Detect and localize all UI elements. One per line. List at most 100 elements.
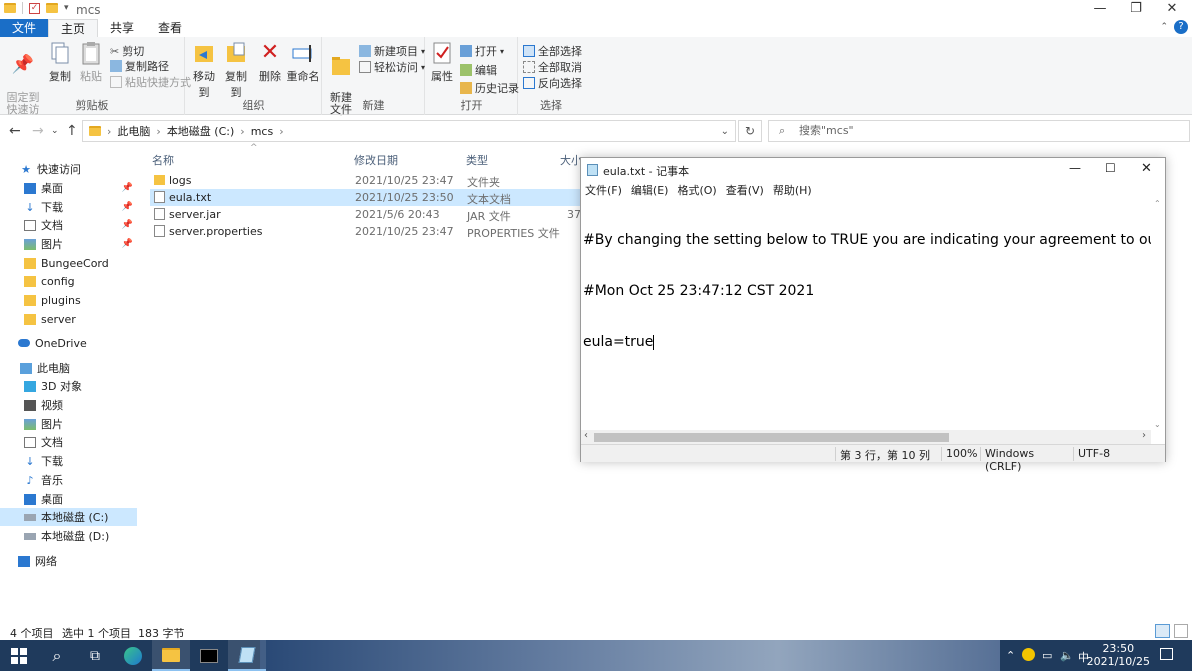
- new-item-button[interactable]: 新建项目 ▾: [359, 43, 425, 59]
- notepad-minimize-button[interactable]: —: [1069, 161, 1081, 175]
- easy-access-button[interactable]: 轻松访问 ▾: [359, 59, 425, 75]
- nav-item[interactable]: 视频: [0, 396, 137, 414]
- nav-item[interactable]: config: [0, 272, 137, 290]
- move-to-button[interactable]: 移动到: [188, 41, 220, 100]
- help-icon[interactable]: ?: [1174, 20, 1188, 34]
- nav-item[interactable]: ↓ 下载 📌: [0, 198, 137, 216]
- chevron-up-icon[interactable]: ⌃: [1160, 22, 1168, 32]
- scroll-right-icon[interactable]: ›: [1142, 430, 1146, 441]
- vertical-scrollbar[interactable]: ⌃ ⌄: [1151, 198, 1165, 430]
- nav-item[interactable]: ↓ 下载: [0, 452, 137, 470]
- notepad-text-area[interactable]: #By changing the setting below to TRUE y…: [582, 198, 1152, 430]
- copy-to-button[interactable]: 复制到: [220, 41, 252, 100]
- breadcrumb-mcs[interactable]: mcs: [251, 125, 274, 138]
- tab-file[interactable]: 文件: [0, 19, 49, 37]
- nav-item[interactable]: BungeeCord: [0, 254, 137, 272]
- nav-item[interactable]: 桌面: [0, 490, 137, 508]
- menu-help[interactable]: 帮助(H): [773, 182, 812, 198]
- nav-item[interactable]: 图片 📌: [0, 235, 137, 253]
- file-row[interactable]: eula.txt 2021/10/25 23:50 文本文档: [150, 189, 580, 206]
- tab-view[interactable]: 查看: [146, 19, 194, 37]
- select-none-button[interactable]: 全部取消: [523, 59, 582, 75]
- history-button[interactable]: 历史记录: [460, 80, 519, 96]
- network-tray-icon[interactable]: ▭: [1042, 649, 1052, 662]
- nav-item[interactable]: ♪ 音乐: [0, 471, 137, 489]
- large-icons-view-icon[interactable]: [1174, 624, 1188, 638]
- nav-item[interactable]: 本地磁盘 (D:): [0, 527, 137, 545]
- column-header-type[interactable]: 类型: [466, 152, 488, 168]
- nav-item[interactable]: OneDrive: [0, 334, 137, 352]
- paste-button[interactable]: 粘贴: [78, 41, 104, 84]
- volume-tray-icon[interactable]: 🔈: [1060, 649, 1074, 662]
- details-view-icon[interactable]: [1155, 624, 1170, 638]
- tab-home[interactable]: 主页: [48, 19, 99, 37]
- notepad-maximize-button[interactable]: ☐: [1105, 161, 1116, 175]
- breadcrumb-this-pc[interactable]: 此电脑: [117, 123, 150, 139]
- notepad-close-button[interactable]: ✕: [1141, 161, 1152, 176]
- column-header-name[interactable]: 名称: [152, 152, 174, 168]
- nav-item[interactable]: 3D 对象: [0, 377, 137, 395]
- nav-item[interactable]: 桌面 📌: [0, 179, 137, 197]
- pin-quick-access-button[interactable]: 📌 固定到 快速访问: [4, 41, 42, 128]
- nav-item[interactable]: 此电脑: [0, 359, 137, 377]
- edge-browser-icon[interactable]: [114, 640, 152, 671]
- customize-qat-icon[interactable]: ▾: [64, 3, 69, 13]
- refresh-icon[interactable]: ↻: [738, 120, 762, 142]
- nav-item[interactable]: ★ 快速访问: [0, 160, 137, 178]
- search-icon[interactable]: ⌕: [38, 640, 76, 671]
- notepad-taskbar-icon[interactable]: [228, 640, 266, 671]
- file-row[interactable]: server.jar 2021/5/6 20:43 JAR 文件 37,: [150, 206, 585, 223]
- paste-shortcut-button[interactable]: 粘贴快捷方式: [110, 74, 191, 90]
- invert-selection-button[interactable]: 反向选择: [523, 75, 582, 91]
- select-all-button[interactable]: 全部选择: [523, 43, 582, 59]
- back-arrow-icon[interactable]: ←: [9, 123, 21, 139]
- system-clock[interactable]: 23:50 2021/10/25: [1087, 642, 1150, 668]
- task-view-icon[interactable]: ⧉: [76, 640, 114, 671]
- edit-button[interactable]: 编辑: [460, 62, 497, 78]
- nav-item[interactable]: 网络: [0, 552, 137, 570]
- nav-item[interactable]: plugins: [0, 291, 137, 309]
- open-button[interactable]: 打开 ▾: [460, 43, 504, 59]
- nav-item[interactable]: 图片: [0, 415, 137, 433]
- menu-edit[interactable]: 编辑(E): [631, 182, 669, 198]
- horizontal-scrollbar[interactable]: ‹ ›: [581, 430, 1151, 444]
- nav-item[interactable]: 文档: [0, 433, 137, 451]
- minimize-button[interactable]: —: [1083, 0, 1117, 18]
- tray-chevron-up-icon[interactable]: ⌃: [1006, 649, 1015, 662]
- file-row[interactable]: server.properties 2021/10/25 23:47 PROPERT…: [150, 223, 580, 240]
- new-folder-button[interactable]: 新建 文件夹: [325, 41, 357, 128]
- menu-format[interactable]: 格式(O): [677, 182, 716, 198]
- notification-center-icon[interactable]: [1160, 648, 1173, 660]
- column-header-size[interactable]: 大小: [560, 152, 582, 168]
- horizontal-scroll-thumb[interactable]: [594, 433, 949, 442]
- column-header-date[interactable]: 修改日期: [354, 152, 398, 168]
- scroll-up-icon[interactable]: ⌃: [1154, 199, 1161, 208]
- breadcrumb-drive-c[interactable]: 本地磁盘 (C:): [167, 123, 234, 139]
- address-dropdown-icon[interactable]: ⌄: [721, 126, 729, 137]
- terminal-taskbar-icon[interactable]: [190, 640, 228, 671]
- maximize-button[interactable]: ❐: [1119, 0, 1153, 18]
- nav-item[interactable]: 文档 📌: [0, 216, 137, 234]
- cut-button[interactable]: ✂ 剪切: [110, 43, 144, 59]
- menu-file[interactable]: 文件(F): [585, 182, 622, 198]
- scroll-left-icon[interactable]: ‹: [584, 430, 588, 441]
- menu-view[interactable]: 查看(V): [726, 182, 764, 198]
- file-row[interactable]: logs 2021/10/25 23:47 文件夹: [150, 172, 580, 189]
- forward-arrow-icon[interactable]: →: [32, 123, 44, 139]
- scroll-down-icon[interactable]: ⌄: [1154, 420, 1161, 429]
- delete-button[interactable]: ✕ 删除: [258, 41, 282, 84]
- tab-share[interactable]: 共享: [98, 19, 146, 37]
- copy-path-button[interactable]: 复制路径: [110, 58, 169, 74]
- address-bar[interactable]: › 此电脑 › 本地磁盘 (C:) › mcs › ⌄: [82, 120, 736, 142]
- properties-button[interactable]: 属性: [428, 41, 456, 84]
- search-input[interactable]: ⌕ 搜索"mcs": [768, 120, 1190, 142]
- rename-button[interactable]: 重命名: [286, 41, 320, 84]
- recent-locations-chevron-icon[interactable]: ⌄: [51, 126, 59, 136]
- properties-quick-icon[interactable]: ✓: [29, 2, 40, 14]
- tray-app-icon[interactable]: [1022, 648, 1035, 661]
- windows-start-icon[interactable]: [0, 640, 38, 671]
- close-button[interactable]: ✕: [1155, 0, 1189, 18]
- nav-item[interactable]: 本地磁盘 (C:): [0, 508, 137, 526]
- copy-button[interactable]: 复制: [48, 41, 72, 84]
- new-folder-quick-icon[interactable]: [46, 3, 58, 13]
